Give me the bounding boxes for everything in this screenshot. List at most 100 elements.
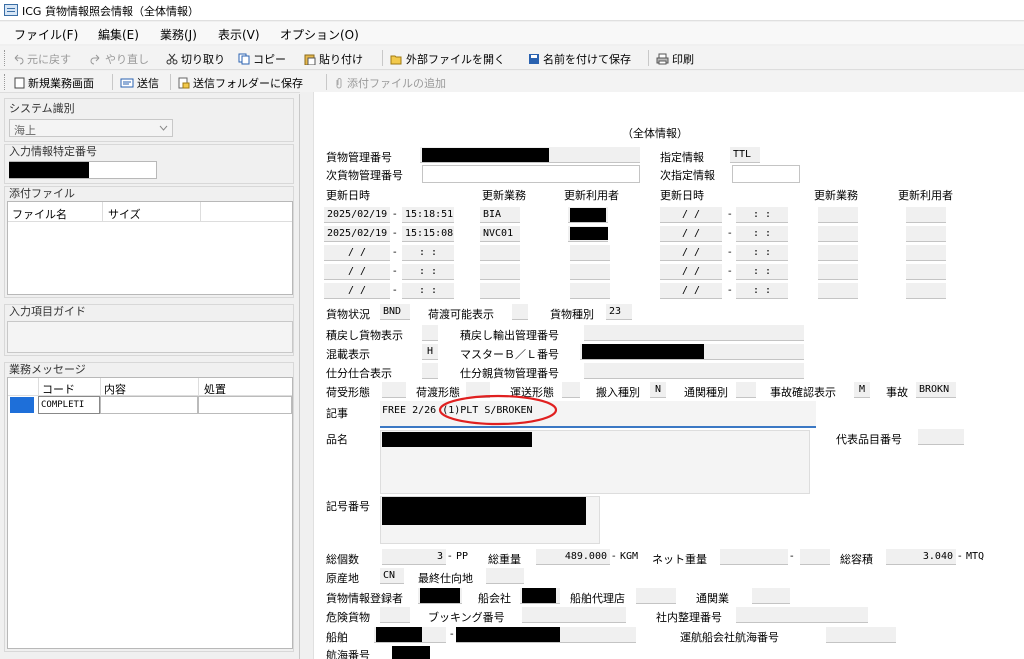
update2-job-2[interactable]	[818, 226, 858, 242]
add-attachment-button[interactable]: 添付ファイルの追加	[334, 75, 446, 90]
update-date-3[interactable]: / /	[324, 245, 390, 261]
update2-job-3[interactable]	[818, 245, 858, 261]
internal-ref-field[interactable]	[736, 607, 868, 623]
carry-field[interactable]	[562, 382, 580, 398]
update-user-3[interactable]	[570, 245, 610, 261]
update-time-5[interactable]: : :	[402, 283, 454, 299]
col-size[interactable]: サイズ	[108, 206, 141, 222]
update2-time-2[interactable]: : :	[736, 226, 788, 242]
update-job-1[interactable]: BIA	[480, 207, 520, 223]
voyage-operator-field[interactable]	[826, 627, 896, 643]
update2-user-4[interactable]	[906, 264, 946, 280]
copy-button[interactable]: コピー	[238, 51, 286, 66]
status-field[interactable]: BND	[380, 304, 410, 320]
customs-type-field[interactable]	[736, 382, 756, 398]
receive-field[interactable]	[382, 382, 406, 398]
import-type-field[interactable]: N	[650, 382, 666, 398]
update-job-2[interactable]: NVC01	[480, 226, 520, 242]
update2-job-1[interactable]	[818, 207, 858, 223]
next-cargo-field[interactable]	[422, 165, 640, 183]
next-designation-field[interactable]	[732, 165, 800, 183]
update-time-3[interactable]: : :	[402, 245, 454, 261]
update2-user-2[interactable]	[906, 226, 946, 242]
update-time-4[interactable]: : :	[402, 264, 454, 280]
accident-field[interactable]: BROKN	[916, 382, 956, 398]
col-code[interactable]: コード	[42, 381, 75, 397]
update2-job-5[interactable]	[818, 283, 858, 299]
attachment-list[interactable]: ファイル名 サイズ	[7, 201, 293, 295]
col-file-name[interactable]: ファイル名	[12, 206, 67, 222]
update2-user-1[interactable]	[906, 207, 946, 223]
cargo-type-field[interactable]: 23	[606, 304, 632, 320]
shiwake-field[interactable]	[422, 363, 438, 379]
weight-field[interactable]: 489.000	[536, 549, 610, 565]
update-job-3[interactable]	[480, 245, 520, 261]
save-to-send-folder-button[interactable]: 送信フォルダーに保存	[178, 75, 303, 90]
accident-label: 事故	[886, 386, 908, 399]
reexport-label: 積戻し貨物表示	[326, 329, 403, 342]
ship-agent-field[interactable]	[636, 588, 676, 604]
update-job-label: 更新業務	[482, 189, 526, 202]
update2-job-4[interactable]	[818, 264, 858, 280]
note-label: 記事	[326, 407, 348, 420]
volume-field[interactable]: 3.040	[886, 549, 956, 565]
job-message-list[interactable]: コード 内容 処置 COMPLETI	[7, 377, 293, 649]
dangerous-cargo-field[interactable]	[380, 607, 410, 623]
send-button[interactable]: 送信	[120, 75, 159, 90]
cut-button[interactable]: 切り取り	[166, 51, 225, 66]
shiwake-mgmt-field[interactable]	[584, 363, 804, 379]
update2-time-4[interactable]: : :	[736, 264, 788, 280]
new-job-screen-button[interactable]: 新規業務画面	[14, 75, 94, 90]
update-job-4[interactable]	[480, 264, 520, 280]
menu-file[interactable]: ファイル(F)	[14, 26, 78, 43]
final-dest-label: 最終仕向地	[418, 572, 473, 585]
package-count-field[interactable]: 3	[382, 549, 446, 565]
customs-broker-field[interactable]	[752, 588, 790, 604]
update-user-4[interactable]	[570, 264, 610, 280]
update2-user-5[interactable]	[906, 283, 946, 299]
system-select[interactable]: 海上	[9, 119, 173, 137]
update2-date-3[interactable]: / /	[660, 245, 722, 261]
transport-field[interactable]	[512, 304, 528, 320]
update-time-2[interactable]: 15:15:08	[402, 226, 454, 242]
reexport-field[interactable]	[422, 325, 438, 341]
update-date-5[interactable]: / /	[324, 283, 390, 299]
net-weight-field[interactable]	[720, 549, 788, 565]
update2-date-5[interactable]: / /	[660, 283, 722, 299]
update-job-5[interactable]	[480, 283, 520, 299]
update2-time-1[interactable]: : :	[736, 207, 788, 223]
update-date-2[interactable]: 2025/02/19	[324, 226, 390, 242]
rep-item-field[interactable]	[918, 429, 964, 445]
menu-job[interactable]: 業務(J)	[160, 26, 197, 43]
redo-button[interactable]: やり直し	[90, 51, 149, 66]
message-row[interactable]: COMPLETI	[8, 396, 292, 414]
update2-date-2[interactable]: / /	[660, 226, 722, 242]
undo-button[interactable]: 元に戻す	[12, 51, 71, 66]
accident-check-field[interactable]: M	[854, 382, 870, 398]
final-dest-field[interactable]	[486, 568, 524, 584]
update2-time-3[interactable]: : :	[736, 245, 788, 261]
designation-field[interactable]: TTL	[730, 147, 760, 163]
origin-field[interactable]: CN	[380, 568, 404, 584]
update2-date-1[interactable]: / /	[660, 207, 722, 223]
update-user-5[interactable]	[570, 283, 610, 299]
menu-view[interactable]: 表示(V)	[218, 26, 260, 43]
mixed-field[interactable]: H	[422, 344, 438, 360]
col-action[interactable]: 処置	[204, 381, 226, 397]
update-time-1[interactable]: 15:18:51	[402, 207, 454, 223]
update2-user-3[interactable]	[906, 245, 946, 261]
open-external-file-button[interactable]: 外部ファイルを開く	[390, 51, 505, 66]
update2-date-4[interactable]: / /	[660, 264, 722, 280]
update-date-4[interactable]: / /	[324, 264, 390, 280]
col-content[interactable]: 内容	[104, 381, 126, 397]
update-date-1[interactable]: 2025/02/19	[324, 207, 390, 223]
net-weight-unit-field[interactable]	[800, 549, 830, 565]
reexport-no-field[interactable]	[584, 325, 804, 341]
booking-no-field[interactable]	[522, 607, 626, 623]
menu-options[interactable]: オプション(O)	[280, 26, 359, 43]
save-as-button[interactable]: 名前を付けて保存	[528, 51, 631, 66]
paste-button[interactable]: 貼り付け	[304, 51, 363, 66]
print-button[interactable]: 印刷	[656, 51, 694, 66]
update2-time-5[interactable]: : :	[736, 283, 788, 299]
menu-edit[interactable]: 編集(E)	[98, 26, 139, 43]
